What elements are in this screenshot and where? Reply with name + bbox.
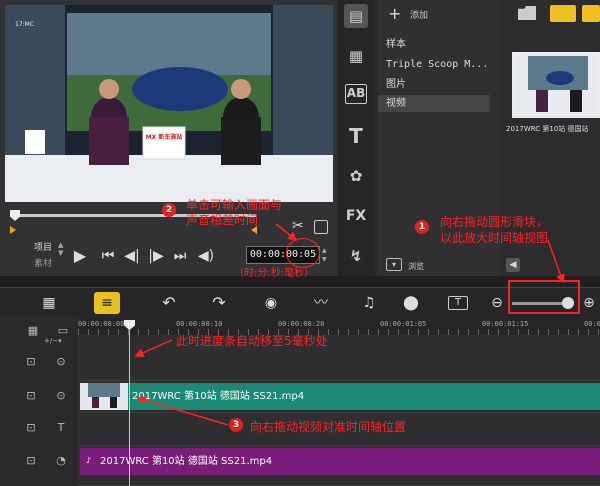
arrow-to-timecode: [275, 223, 298, 241]
annotation-arrows: [134, 223, 565, 426]
arrow-to-playhead: [134, 339, 173, 358]
video-editor-window: 17:MC MX 新车驿站 ✂ 项目 素材 ▲ ▼ ▶ ⏮ ◀| |▶ ⏭ ◀) …: [0, 0, 600, 486]
arrow-to-clip: [136, 395, 229, 426]
arrow-to-zoom-slider: [547, 239, 565, 284]
